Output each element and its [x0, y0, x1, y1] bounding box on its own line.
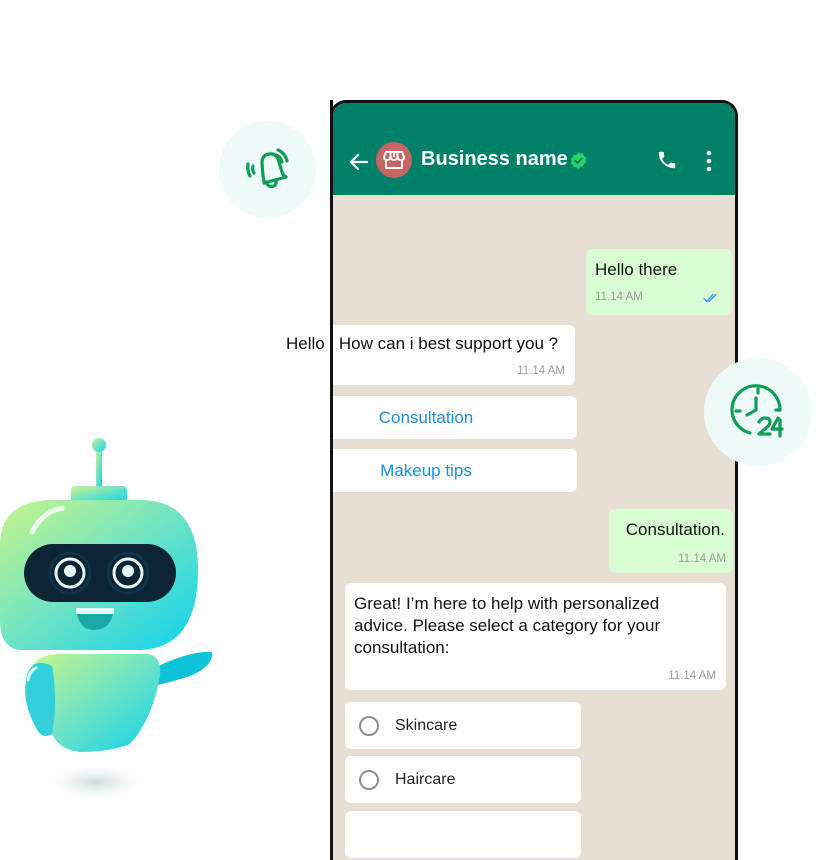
chatbot-robot-illustration — [0, 438, 213, 802]
message-incoming: Great! I’m here to help with personalize… — [345, 583, 726, 690]
message-time: 11.14 AM — [517, 365, 565, 377]
phone-icon[interactable] — [656, 149, 678, 171]
double-check-read-icon — [703, 293, 717, 303]
option-skincare[interactable]: Skincare — [345, 702, 581, 749]
option-label: Skincare — [395, 716, 458, 734]
message-outgoing: Hello there 11.14 AM — [586, 249, 732, 315]
verified-badge-icon — [570, 152, 587, 169]
notification-badge — [219, 121, 316, 218]
message-time: 11.14 AM — [668, 670, 716, 682]
phone-frame-edge — [330, 100, 333, 821]
storefront-icon — [383, 151, 405, 169]
radio-button[interactable] — [359, 715, 379, 736]
quick-reply-consultation[interactable]: Consultation — [275, 396, 577, 439]
arrow-left-icon[interactable] — [347, 150, 371, 174]
chat-header: Business name — [333, 103, 735, 195]
business-avatar[interactable] — [376, 142, 412, 178]
message-time: 11.14 AM — [595, 291, 643, 303]
quick-reply-makeup-tips[interactable]: Makeup tips — [275, 449, 577, 492]
ringing-bell-icon — [245, 147, 289, 188]
message-text: Consultation. — [625, 520, 725, 539]
more-vertical-icon[interactable] — [705, 150, 713, 172]
clock-24-icon — [730, 384, 784, 438]
radio-button[interactable] — [359, 769, 379, 790]
robot-antenna — [71, 438, 127, 502]
option-partial[interactable] — [345, 811, 581, 858]
message-text: Great! I’m here to help with personalize… — [354, 594, 661, 657]
robot-shadow — [38, 762, 154, 802]
message-incoming: Hello , How can i best support you ? 11.… — [275, 325, 575, 385]
robot-eye-left — [48, 551, 92, 595]
robot-eye-right — [106, 551, 150, 595]
availability-badge — [704, 358, 812, 466]
message-outgoing: Consultation. 11.14 AM — [609, 509, 733, 573]
option-haircare[interactable]: Haircare — [345, 756, 581, 803]
option-label: Haircare — [395, 770, 456, 788]
message-text: Hello there — [595, 260, 678, 279]
robot-visor — [24, 544, 176, 602]
business-name[interactable]: Business name — [421, 148, 568, 171]
message-text: Hello , How can i best support you ? — [286, 334, 559, 353]
message-time: 11.14 AM — [678, 553, 726, 565]
